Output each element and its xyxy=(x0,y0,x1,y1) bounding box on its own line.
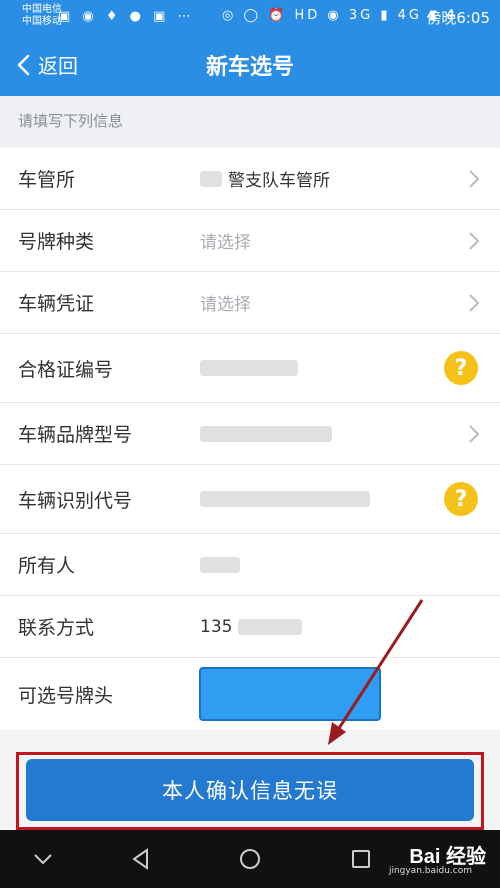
row-vin[interactable]: 车辆识别代号 ? xyxy=(0,465,500,534)
row-label: 联系方式 xyxy=(18,617,95,639)
row-value xyxy=(200,425,338,442)
row-certificate-number[interactable]: 合格证编号 ? xyxy=(0,334,500,403)
vehicle-office-value: 警支队车管所 xyxy=(228,171,330,191)
confirm-area: 本人确认信息无误 xyxy=(0,752,500,830)
phone-prefix: 135 xyxy=(200,616,233,637)
plate-prefix-selector[interactable] xyxy=(199,667,381,721)
redacted-text xyxy=(200,170,222,187)
home-circle-icon[interactable] xyxy=(237,846,263,872)
carrier-1: 中国电信 xyxy=(22,4,62,15)
notification-icons: ▣ ◉ ♦ ● ▣ ⋯ xyxy=(58,9,195,24)
system-status-icons: ◎ ◯ ⏰ HD ◉ 3G ▮ 4G ▮ 4 xyxy=(222,8,458,23)
row-value xyxy=(200,491,376,507)
clock: 傍晚6:05 xyxy=(426,9,490,27)
system-navigation-bar: Bai 经验 jingyan.baidu.com xyxy=(0,830,500,888)
help-icon[interactable]: ? xyxy=(444,351,478,385)
redacted-text xyxy=(200,491,370,507)
row-value xyxy=(200,360,304,376)
chevron-right-icon xyxy=(469,169,480,188)
plate-type-placeholder: 请选择 xyxy=(200,233,251,253)
row-value: 警支队车管所 xyxy=(200,166,330,191)
row-label: 车辆品牌型号 xyxy=(18,424,133,446)
row-contact[interactable]: 联系方式 135 xyxy=(0,596,500,658)
help-icon[interactable]: ? xyxy=(444,482,478,516)
redacted-text xyxy=(238,618,303,635)
carrier-2: 中国移动 xyxy=(22,16,62,27)
form-hint-text: 请填写下列信息 xyxy=(18,112,124,130)
chevron-right-icon xyxy=(469,231,480,250)
watermark-url: jingyan.baidu.com xyxy=(388,866,472,876)
status-bar: 中国电信 中国移动 ▣ ◉ ♦ ● ▣ ⋯ ◎ ◯ ⏰ HD ◉ 3G ▮ 4G… xyxy=(0,0,500,34)
row-label: 所有人 xyxy=(18,555,76,577)
row-value xyxy=(200,556,246,573)
row-label: 合格证编号 xyxy=(18,358,114,381)
row-brand-model[interactable]: 车辆品牌型号 xyxy=(0,403,500,465)
vehicle-certificate-placeholder: 请选择 xyxy=(200,295,251,315)
row-label: 车辆识别代号 xyxy=(18,489,133,512)
redacted-text xyxy=(200,425,332,442)
row-plate-prefix: 可选号牌头 xyxy=(0,658,500,730)
form-hint: 请填写下列信息 xyxy=(0,96,500,146)
chevron-right-icon xyxy=(469,293,480,312)
vehicle-info-form: 车管所 警支队车管所 号牌种类 请选择 车辆凭证 请选择 合格证编号 ? 车辆品… xyxy=(0,148,500,730)
navigation-bar: 返回 新车选号 xyxy=(0,34,500,96)
recents-square-icon[interactable] xyxy=(348,846,374,872)
row-label: 车辆凭证 xyxy=(18,293,95,315)
row-vehicle-office[interactable]: 车管所 警支队车管所 xyxy=(0,148,500,210)
redacted-text xyxy=(200,360,298,376)
row-vehicle-certificate[interactable]: 车辆凭证 请选择 xyxy=(0,272,500,334)
watermark-logo: Bai 经验 xyxy=(409,846,486,868)
page-title: 新车选号 xyxy=(205,55,294,80)
row-label: 车管所 xyxy=(18,169,76,191)
row-value: 135 xyxy=(200,617,308,637)
row-label: 号牌种类 xyxy=(18,231,95,253)
row-owner: 所有人 xyxy=(0,534,500,596)
confirm-button[interactable]: 本人确认信息无误 xyxy=(26,759,474,821)
carrier-info: 中国电信 中国移动 xyxy=(22,4,62,28)
chevron-down-icon[interactable] xyxy=(30,846,56,872)
back-triangle-icon[interactable] xyxy=(128,846,154,872)
row-label: 可选号牌头 xyxy=(18,684,114,707)
chevron-right-icon xyxy=(469,424,480,443)
row-plate-type[interactable]: 号牌种类 请选择 xyxy=(0,210,500,272)
redacted-text xyxy=(200,556,240,573)
